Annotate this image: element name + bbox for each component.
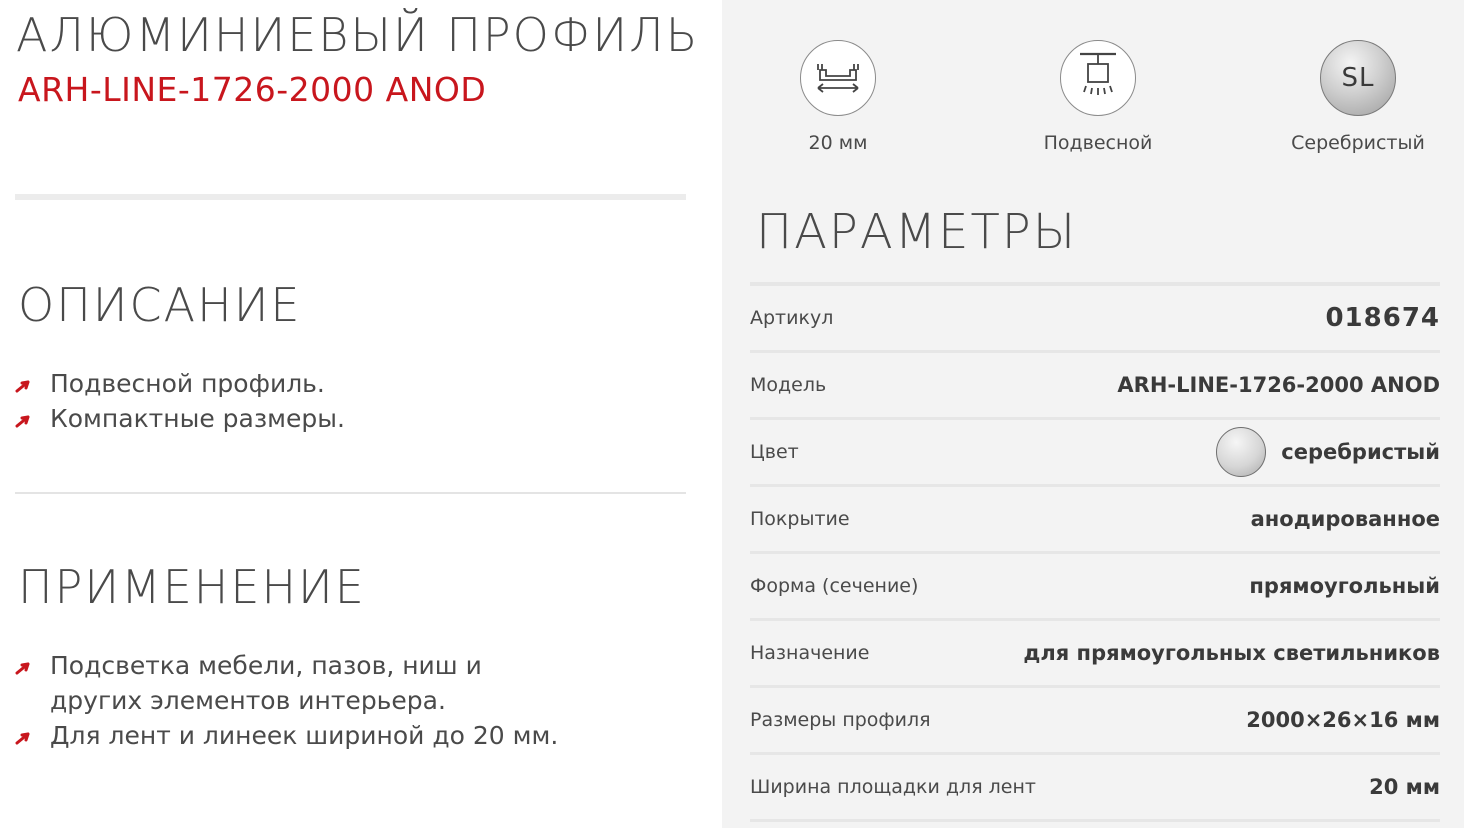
silver-color-icon: SL: [1320, 40, 1396, 116]
param-row-model: Модель ARH-LINE-1726-2000 ANOD: [750, 353, 1440, 417]
list-item-text: Подвесной профиль.: [50, 369, 325, 398]
divider: [15, 194, 686, 200]
color-swatch-icon: [1216, 427, 1267, 477]
param-row-coating: Покрытие анодированное: [750, 487, 1440, 551]
red-arrow-icon: [15, 732, 30, 745]
param-value-color: серебристый: [1216, 427, 1440, 477]
param-label: Форма (сечение): [750, 575, 919, 597]
param-label: Назначение: [750, 642, 870, 664]
description-list: Подвесной профиль. Компактные размеры.: [14, 366, 634, 436]
tape-width-icon: [800, 40, 876, 116]
params-heading: ПАРАМЕТРЫ: [756, 204, 1078, 260]
red-arrow-icon: [15, 662, 30, 675]
description-heading: ОПИСАНИЕ: [18, 278, 302, 332]
params-table: Артикул 018674 Модель ARH-LINE-1726-2000…: [750, 282, 1440, 822]
param-label: Артикул: [750, 307, 834, 329]
param-value: 018674: [1325, 303, 1440, 333]
application-heading: ПРИМЕНЕНИЕ: [18, 560, 366, 614]
param-label: Покрытие: [750, 508, 850, 530]
param-row-color: Цвет серебристый: [750, 420, 1440, 484]
suspended-mount-icon: [1060, 40, 1136, 116]
feature-width: 20 мм: [738, 40, 938, 154]
feature-label: Подвесной: [1043, 132, 1153, 154]
param-label: Модель: [750, 374, 827, 396]
param-value: для прямоугольных светильников: [1023, 641, 1440, 665]
list-item-text: Подсветка мебели, пазов, ниш и других эл…: [50, 651, 482, 715]
divider: [15, 492, 686, 494]
param-value: 2000×26×16 мм: [1246, 708, 1440, 732]
param-row-article: Артикул 018674: [750, 286, 1440, 350]
list-item: Компактные размеры.: [14, 401, 634, 436]
feature-mount: Подвесной: [998, 40, 1198, 154]
model-subtitle: ARH-LINE-1726-2000 ANOD: [18, 70, 487, 109]
red-arrow-icon: [15, 380, 30, 393]
param-value: ARH-LINE-1726-2000 ANOD: [1117, 373, 1440, 397]
param-value: серебристый: [1281, 440, 1440, 464]
param-label: Ширина площадки для лент: [750, 776, 1036, 798]
param-value: анодированное: [1250, 507, 1440, 531]
left-column: АЛЮМИНИЕВЫЙ ПРОФИЛЬ ARH-LINE-1726-2000 A…: [0, 0, 722, 828]
divider: [750, 819, 1440, 822]
page-title: АЛЮМИНИЕВЫЙ ПРОФИЛЬ: [16, 8, 700, 62]
list-item: Для лент и линеек шириной до 20 мм.: [14, 718, 634, 753]
application-list: Подсветка мебели, пазов, ниш и других эл…: [14, 648, 634, 753]
param-label: Размеры профиля: [750, 709, 931, 731]
feature-color: SL Серебристый: [1258, 40, 1458, 154]
param-row-tape-width: Ширина площадки для лент 20 мм: [750, 755, 1440, 819]
list-item-text: Компактные размеры.: [50, 404, 345, 433]
list-item: Подвесной профиль.: [14, 366, 634, 401]
param-row-purpose: Назначение для прямоугольных светильнико…: [750, 621, 1440, 685]
param-row-size: Размеры профиля 2000×26×16 мм: [750, 688, 1440, 752]
param-label: Цвет: [750, 441, 799, 463]
feature-label: Серебристый: [1291, 132, 1425, 154]
list-item: Подсветка мебели, пазов, ниш и других эл…: [14, 648, 574, 718]
param-value: 20 мм: [1369, 775, 1440, 799]
red-arrow-icon: [15, 415, 30, 428]
param-value: прямоугольный: [1249, 574, 1440, 598]
feature-label: 20 мм: [808, 132, 868, 154]
feature-icons: 20 мм Подвесной SL Серебристый: [722, 0, 1464, 180]
param-row-shape: Форма (сечение) прямоугольный: [750, 554, 1440, 618]
list-item-text: Для лент и линеек шириной до 20 мм.: [50, 721, 559, 750]
